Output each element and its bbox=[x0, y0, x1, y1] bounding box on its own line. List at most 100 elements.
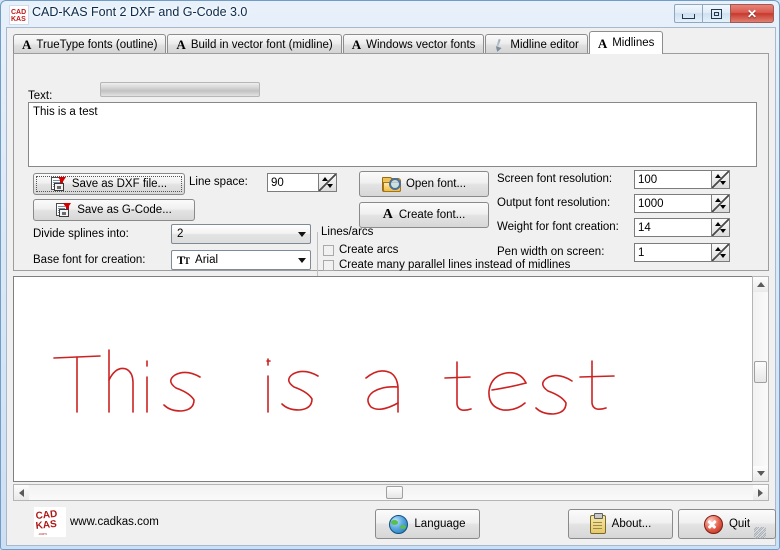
base-font-dropdown[interactable]: TT Arial bbox=[171, 250, 311, 270]
create-font-button[interactable]: A Create font... bbox=[359, 202, 489, 228]
folder-open-icon bbox=[381, 177, 401, 192]
output-font-resolution-spinner[interactable] bbox=[634, 194, 730, 213]
svg-text:.com: .com bbox=[38, 531, 47, 536]
screen-font-resolution-label: Screen font resolution: bbox=[497, 173, 613, 185]
save-as-dxf-label: Save as DXF file... bbox=[71, 178, 168, 190]
letter-a-icon: A bbox=[597, 35, 608, 51]
tab-panel-midlines: Text: This is a test Save as DXF file...… bbox=[13, 53, 769, 276]
output-font-resolution-input[interactable] bbox=[635, 195, 711, 212]
close-button[interactable]: ✕ bbox=[730, 4, 774, 23]
create-parallel-lines-checkbox[interactable]: Create many parallel lines instead of mi… bbox=[323, 259, 570, 271]
application-window: CAD KAS CAD-KAS Font 2 DXF and G-Code 3.… bbox=[0, 0, 780, 550]
about-button[interactable]: About... bbox=[568, 509, 673, 539]
chevron-down-icon[interactable] bbox=[293, 225, 310, 243]
spinner-arrows-icon[interactable] bbox=[318, 174, 336, 191]
letter-a-icon: A bbox=[351, 37, 362, 52]
lines-arcs-group-label: Lines/arcs bbox=[321, 226, 374, 238]
pen-icon bbox=[494, 39, 505, 51]
base-font-value: Arial bbox=[195, 254, 219, 266]
output-font-resolution-label: Output font resolution: bbox=[497, 197, 611, 209]
create-parallel-lines-label: Create many parallel lines instead of mi… bbox=[339, 259, 571, 271]
maximize-button[interactable] bbox=[702, 4, 730, 23]
create-arcs-checkbox[interactable]: Create arcs bbox=[323, 244, 398, 256]
minimize-button[interactable] bbox=[674, 4, 702, 23]
tab-label: Windows vector fonts bbox=[366, 38, 476, 51]
vertical-scroll-thumb[interactable] bbox=[754, 361, 767, 383]
spinner-arrows-icon[interactable] bbox=[711, 219, 729, 236]
screen-font-resolution-input[interactable] bbox=[635, 171, 711, 188]
midline-preview-canvas[interactable] bbox=[13, 276, 769, 482]
save-as-gcode-button[interactable]: Save as G-Code... bbox=[33, 199, 195, 221]
language-label: Language bbox=[414, 518, 466, 530]
client-area: A TrueType fonts (outline) A Build in ve… bbox=[6, 27, 776, 546]
maximize-icon bbox=[711, 8, 722, 19]
tab-strip: A TrueType fonts (outline) A Build in ve… bbox=[13, 31, 664, 54]
divide-splines-value: 2 bbox=[177, 228, 184, 240]
text-input[interactable]: This is a test bbox=[28, 102, 757, 167]
canvas-vertical-scrollbar[interactable] bbox=[752, 276, 769, 482]
website-text: www.cadkas.com bbox=[70, 516, 159, 528]
globe-icon bbox=[389, 514, 409, 534]
open-font-button[interactable]: Open font... bbox=[359, 171, 489, 197]
lines-arcs-group-divider bbox=[317, 232, 319, 276]
divide-splines-dropdown[interactable]: 2 bbox=[171, 224, 311, 244]
line-space-label: Line space: bbox=[189, 176, 248, 188]
save-file-icon bbox=[50, 177, 66, 191]
save-as-gcode-label: Save as G-Code... bbox=[77, 204, 172, 216]
scroll-left-button[interactable] bbox=[14, 485, 29, 500]
scroll-down-button[interactable] bbox=[753, 466, 768, 481]
tab-midlines[interactable]: A Midlines bbox=[588, 31, 664, 54]
create-font-label: Create font... bbox=[398, 209, 466, 221]
open-font-label: Open font... bbox=[405, 178, 467, 190]
line-space-spinner[interactable] bbox=[267, 173, 337, 192]
checkbox-icon[interactable] bbox=[323, 244, 334, 256]
weight-for-font-creation-spinner[interactable] bbox=[634, 218, 730, 237]
letter-a-icon: A bbox=[382, 207, 393, 222]
spinner-arrows-icon[interactable] bbox=[711, 195, 729, 212]
pen-width-on-screen-label: Pen width on screen: bbox=[497, 246, 605, 258]
tab-label: Midline editor bbox=[510, 38, 579, 51]
tab-windows-vector-fonts[interactable]: A Windows vector fonts bbox=[342, 34, 485, 54]
tab-label: TrueType fonts (outline) bbox=[36, 38, 158, 51]
chevron-down-icon[interactable] bbox=[293, 251, 310, 269]
resize-grip[interactable] bbox=[754, 527, 766, 539]
screen-font-resolution-spinner[interactable] bbox=[634, 170, 730, 189]
text-field-label: Text: bbox=[28, 90, 53, 102]
tab-label: Build in vector font (midline) bbox=[190, 38, 333, 51]
save-file-icon bbox=[56, 203, 72, 217]
scroll-up-button[interactable] bbox=[753, 277, 768, 292]
clipboard-icon bbox=[589, 512, 606, 534]
quit-label: Quit bbox=[728, 518, 751, 530]
svg-text:CAD: CAD bbox=[11, 9, 26, 16]
weight-input[interactable] bbox=[635, 219, 711, 236]
about-label: About... bbox=[611, 518, 652, 530]
language-button[interactable]: Language bbox=[375, 509, 480, 539]
pen-width-input[interactable] bbox=[635, 244, 711, 261]
line-space-input[interactable] bbox=[268, 174, 318, 191]
footer-bar: CAD KAS .com www.cadkas.com Language Abo… bbox=[13, 505, 776, 541]
pen-width-spinner[interactable] bbox=[634, 243, 730, 262]
window-title: CAD-KAS Font 2 DXF and G-Code 3.0 bbox=[32, 5, 248, 19]
checkbox-icon[interactable] bbox=[323, 259, 334, 271]
spinner-arrows-icon[interactable] bbox=[711, 171, 729, 188]
letter-a-icon: A bbox=[22, 37, 32, 52]
divide-splines-label: Divide splines into: bbox=[33, 228, 129, 240]
tab-build-in-vector-font-midline[interactable]: A Build in vector font (midline) bbox=[167, 34, 342, 54]
base-font-label: Base font for creation: bbox=[33, 254, 146, 266]
canvas-horizontal-scrollbar[interactable] bbox=[13, 484, 769, 501]
tab-midline-editor[interactable]: Midline editor bbox=[485, 34, 588, 54]
save-as-dxf-button[interactable]: Save as DXF file... bbox=[33, 173, 185, 195]
tab-truetype-fonts-outline[interactable]: A TrueType fonts (outline) bbox=[13, 34, 167, 54]
minimize-icon bbox=[682, 13, 695, 19]
title-bar[interactable]: CAD KAS CAD-KAS Font 2 DXF and G-Code 3.… bbox=[1, 1, 779, 27]
horizontal-scroll-thumb[interactable] bbox=[386, 486, 403, 499]
weight-for-font-creation-label: Weight for font creation: bbox=[497, 221, 619, 233]
letter-a-icon: A bbox=[176, 37, 186, 52]
scroll-right-button[interactable] bbox=[753, 485, 768, 500]
close-circle-icon bbox=[703, 514, 723, 534]
midline-preview-strokes bbox=[53, 349, 615, 415]
spinner-arrows-icon[interactable] bbox=[711, 244, 729, 261]
create-arcs-label: Create arcs bbox=[339, 244, 399, 256]
cadkas-footer-logo-icon: CAD KAS .com bbox=[34, 507, 66, 537]
tab-label: Midlines bbox=[612, 37, 655, 49]
